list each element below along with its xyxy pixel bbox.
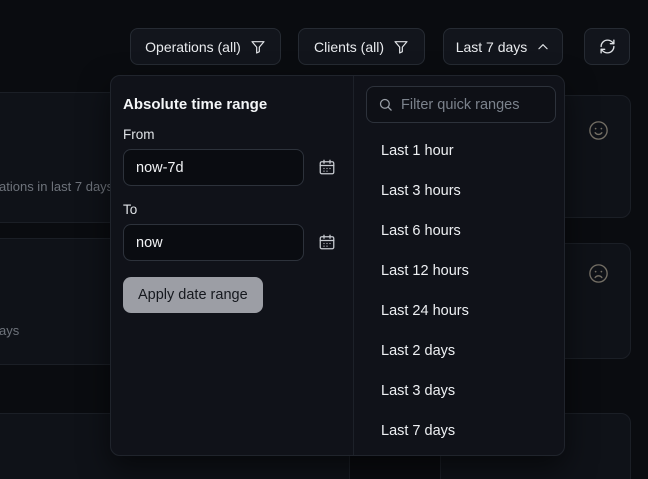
from-input[interactable]	[123, 149, 304, 186]
quick-range-option-last-1-hour[interactable]: Last 1 hour	[354, 131, 564, 171]
card-subtitle-text: ays	[0, 323, 19, 338]
quick-range-option-last-7-days[interactable]: Last 7 days	[354, 411, 564, 451]
quick-range-search	[366, 86, 556, 123]
funnel-icon	[393, 39, 409, 55]
from-calendar-button[interactable]	[316, 157, 338, 179]
quick-range-option-last-3-days[interactable]: Last 3 days	[354, 371, 564, 411]
quick-range-option-last-3-hours[interactable]: Last 3 hours	[354, 171, 564, 211]
smiley-face-icon	[587, 119, 610, 147]
frown-face-icon	[587, 262, 610, 290]
apply-date-range-button[interactable]: Apply date range	[123, 277, 263, 313]
quick-range-option-last-6-hours[interactable]: Last 6 hours	[354, 211, 564, 251]
to-label: To	[123, 202, 137, 217]
search-icon	[378, 97, 393, 112]
calendar-icon	[318, 158, 336, 179]
quick-range-option-last-12-hours[interactable]: Last 12 hours	[354, 251, 564, 291]
funnel-icon	[250, 39, 266, 55]
refresh-button[interactable]	[584, 28, 630, 65]
operations-filter-label: Operations (all)	[145, 39, 241, 55]
to-calendar-button[interactable]	[316, 232, 338, 254]
quick-range-option-last-24-hours[interactable]: Last 24 hours	[354, 291, 564, 331]
from-label: From	[123, 127, 155, 142]
time-range-button[interactable]: Last 7 days	[443, 28, 563, 65]
quick-range-filter-input[interactable]	[401, 97, 544, 113]
absolute-range-title: Absolute time range	[123, 96, 267, 113]
card-subtitle-text: ations in last 7 days	[0, 179, 113, 194]
quick-range-option-last-2-days[interactable]: Last 2 days	[354, 331, 564, 371]
chevron-up-icon	[536, 40, 550, 54]
quick-range-list: Last 1 hour Last 3 hours Last 6 hours La…	[354, 131, 564, 455]
operations-filter-button[interactable]: Operations (all)	[130, 28, 281, 65]
time-range-label: Last 7 days	[456, 39, 528, 55]
refresh-icon	[599, 38, 616, 55]
clients-filter-button[interactable]: Clients (all)	[298, 28, 425, 65]
calendar-icon	[318, 233, 336, 254]
to-input[interactable]	[123, 224, 304, 261]
time-range-dropdown: Absolute time range From To	[110, 75, 565, 456]
clients-filter-label: Clients (all)	[314, 39, 384, 55]
dashboard-screen: ations in last 7 days ays Operatio	[0, 0, 648, 479]
